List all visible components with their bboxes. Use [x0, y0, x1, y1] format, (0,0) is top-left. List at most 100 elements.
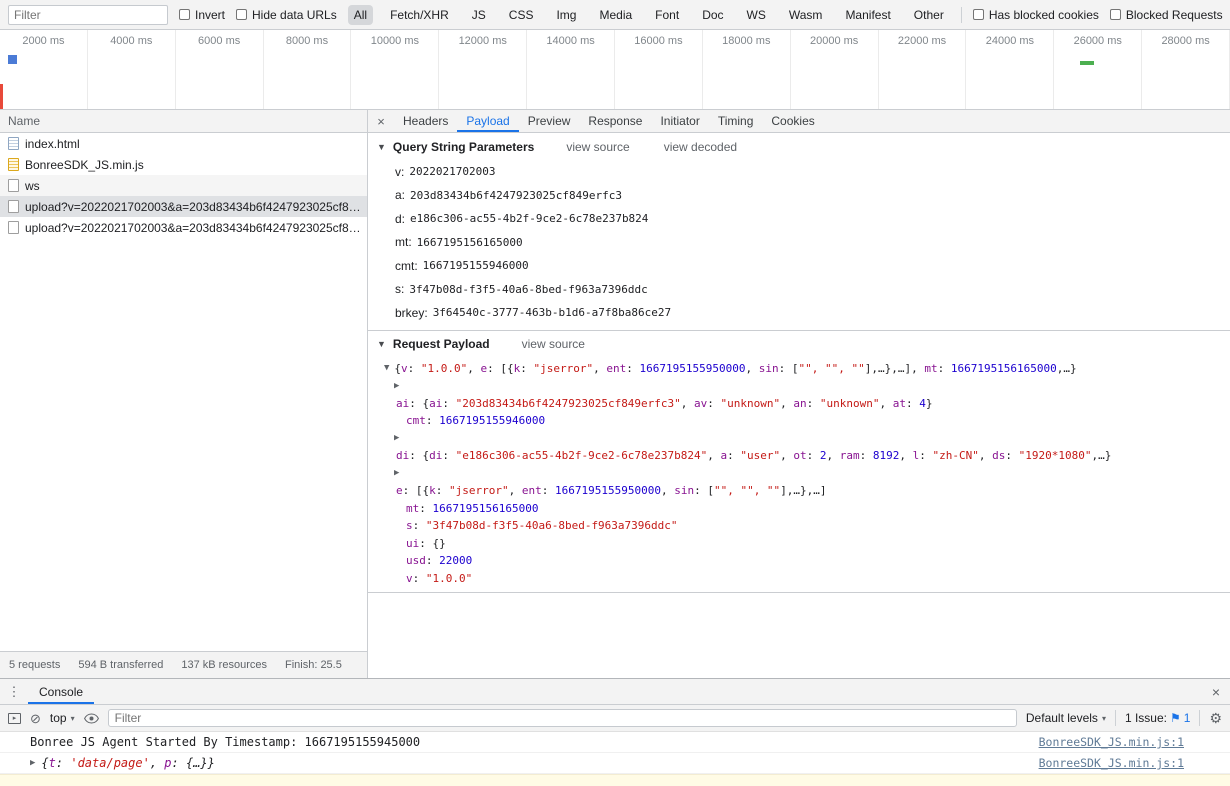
filter-type-ws[interactable]: WS: [741, 5, 772, 25]
tick-label: 12000 ms: [459, 35, 507, 109]
tick-label: 14000 ms: [546, 35, 594, 109]
param-value: 1667195155946000: [423, 259, 529, 272]
issues-counter[interactable]: 1 Issue: ⚑ 1: [1125, 711, 1190, 725]
console-source-link[interactable]: BonreeSDK_JS.min.js:1: [1039, 756, 1184, 770]
javascript-context-dropdown[interactable]: top ▾: [50, 711, 75, 725]
filter-type-other[interactable]: Other: [908, 5, 950, 25]
request-row[interactable]: index.html: [0, 133, 367, 154]
view-source-link[interactable]: view source: [522, 337, 585, 351]
param-key: brkey:: [395, 306, 428, 320]
filter-type-js[interactable]: JS: [466, 5, 492, 25]
filter-type-css[interactable]: CSS: [503, 5, 540, 25]
clear-console-icon[interactable]: ⊘: [30, 712, 41, 725]
filter-type-font[interactable]: Font: [649, 5, 685, 25]
payload-tree-line[interactable]: e: [{k: "jserror", ent: 1667195155950000…: [368, 482, 1230, 500]
request-row[interactable]: ws: [0, 175, 367, 196]
payload-tree-line[interactable]: ui: {}: [368, 535, 1230, 553]
chevron-down-icon: ▾: [71, 714, 75, 723]
network-overview-timeline[interactable]: 2000 ms 4000 ms 6000 ms 8000 ms 10000 ms…: [0, 30, 1230, 110]
console-filter-input[interactable]: [108, 709, 1017, 727]
request-row-selected[interactable]: upload?v=2022021702003&a=203d83434b6f424…: [0, 196, 367, 217]
toolbar-divider: [1115, 710, 1116, 726]
timeline-column: 10000 ms: [351, 30, 439, 109]
payload-tree-line[interactable]: cmt: 1667195155946000: [368, 412, 1230, 430]
request-row[interactable]: BonreeSDK_JS.min.js: [0, 154, 367, 175]
view-source-link[interactable]: view source: [566, 140, 629, 154]
details-tab-bar: × Headers Payload Preview Response Initi…: [368, 110, 1230, 133]
request-row[interactable]: upload?v=2022021702003&a=203d83434b6f424…: [0, 217, 367, 238]
console-tab-bar: ⋮ Console ×: [0, 679, 1230, 705]
console-source-link[interactable]: BonreeSDK_JS.min.js:1: [1039, 735, 1184, 749]
tab-initiator[interactable]: Initiator: [651, 110, 708, 132]
payload-tree-line[interactable]: ▶: [368, 465, 1230, 483]
payload-tree-line[interactable]: ▶: [368, 377, 1230, 395]
close-icon[interactable]: ×: [1202, 679, 1230, 704]
payload-tree-line[interactable]: ▶: [368, 430, 1230, 448]
expand-arrow-icon[interactable]: ▶: [30, 758, 35, 768]
more-options-icon[interactable]: ⋮: [0, 679, 28, 704]
filter-type-all[interactable]: All: [348, 5, 373, 25]
tab-response[interactable]: Response: [579, 110, 651, 132]
hide-data-urls-checkbox[interactable]: Hide data URLs: [236, 8, 337, 22]
tab-timing[interactable]: Timing: [709, 110, 763, 132]
checkbox-icon[interactable]: [179, 9, 190, 20]
expand-arrow-icon[interactable]: ▶: [394, 381, 399, 391]
tree-line-text: usd: 22000: [406, 554, 472, 567]
invert-checkbox[interactable]: Invert: [179, 8, 225, 22]
param-key: cmt:: [395, 259, 418, 273]
log-levels-dropdown[interactable]: Default levels ▾: [1026, 711, 1106, 725]
chevron-down-icon: ▾: [1102, 714, 1106, 723]
has-blocked-cookies-checkbox[interactable]: Has blocked cookies: [973, 8, 1099, 22]
request-name: upload?v=2022021702003&a=203d83434b6f424…: [25, 200, 361, 214]
payload-tree-line[interactable]: usd: 22000: [368, 552, 1230, 570]
tab-console[interactable]: Console: [28, 679, 94, 704]
filter-type-manifest[interactable]: Manifest: [839, 5, 896, 25]
tick-label: 10000 ms: [371, 35, 419, 109]
collapse-arrow-icon[interactable]: ▼: [377, 339, 386, 349]
checkbox-icon[interactable]: [236, 9, 247, 20]
blocked-requests-checkbox[interactable]: Blocked Requests: [1110, 8, 1223, 22]
timeline-column: 20000 ms: [791, 30, 879, 109]
tab-cookies[interactable]: Cookies: [762, 110, 823, 132]
network-filter-input[interactable]: [8, 5, 168, 25]
play-icon: ▸: [13, 715, 17, 722]
tick-label: 6000 ms: [198, 35, 240, 109]
tick-label: 26000 ms: [1074, 35, 1122, 109]
expand-arrow-icon[interactable]: ▼: [384, 363, 389, 373]
payload-tree-line[interactable]: mt: 1667195156165000: [368, 500, 1230, 518]
filter-type-doc[interactable]: Doc: [696, 5, 729, 25]
name-column-header[interactable]: Name: [0, 110, 367, 133]
collapse-arrow-icon[interactable]: ▼: [377, 142, 386, 152]
tab-preview[interactable]: Preview: [519, 110, 580, 132]
tick-label: 22000 ms: [898, 35, 946, 109]
checkbox-icon[interactable]: [973, 9, 984, 20]
tab-payload[interactable]: Payload: [457, 110, 518, 132]
console-settings-gear-icon[interactable]: ⚙: [1209, 711, 1222, 725]
filter-type-media[interactable]: Media: [593, 5, 638, 25]
payload-tree-line[interactable]: ai: {ai: "203d83434b6f4247923025cf849erf…: [368, 395, 1230, 413]
tab-headers[interactable]: Headers: [394, 110, 457, 132]
filter-type-fetch-xhr[interactable]: Fetch/XHR: [384, 5, 455, 25]
tree-line-text: ui: {}: [406, 537, 446, 550]
payload-tree-line[interactable]: s: "3f47b08d-f3f5-40a6-8bed-f963a7396ddc…: [368, 517, 1230, 535]
close-icon[interactable]: ×: [368, 110, 394, 132]
payload-tree-line[interactable]: ▼ {v: "1.0.0", e: [{k: "jserror", ent: 1…: [368, 360, 1230, 378]
invert-label: Invert: [195, 8, 225, 22]
console-message-text: Bonree JS Agent Started By Timestamp: 16…: [30, 735, 420, 749]
payload-tree-line[interactable]: di: {di: "e186c306-ac55-4b2f-9ce2-6c78e2…: [368, 447, 1230, 465]
filter-type-wasm[interactable]: Wasm: [783, 5, 829, 25]
expand-arrow-icon[interactable]: ▶: [394, 433, 399, 443]
live-expression-eye-icon[interactable]: [84, 713, 99, 724]
request-payload-section: ▼ Request Payload view source ▼ {v: "1.0…: [368, 331, 1230, 594]
timeline-column: 14000 ms: [527, 30, 615, 109]
expand-arrow-icon[interactable]: ▶: [394, 468, 399, 478]
console-sidebar-icon[interactable]: ▸: [8, 713, 21, 724]
filter-type-img[interactable]: Img: [550, 5, 582, 25]
payload-tree-line[interactable]: v: "1.0.0": [368, 570, 1230, 588]
timeline-column: 12000 ms: [439, 30, 527, 109]
view-decoded-link[interactable]: view decoded: [664, 140, 737, 154]
tick-label: 8000 ms: [286, 35, 328, 109]
issues-count: 1: [1184, 711, 1191, 725]
checkbox-icon[interactable]: [1110, 9, 1121, 20]
console-toolbar: ▸ ⊘ top ▾ Default levels ▾ 1 Issue: ⚑ 1 …: [0, 705, 1230, 732]
